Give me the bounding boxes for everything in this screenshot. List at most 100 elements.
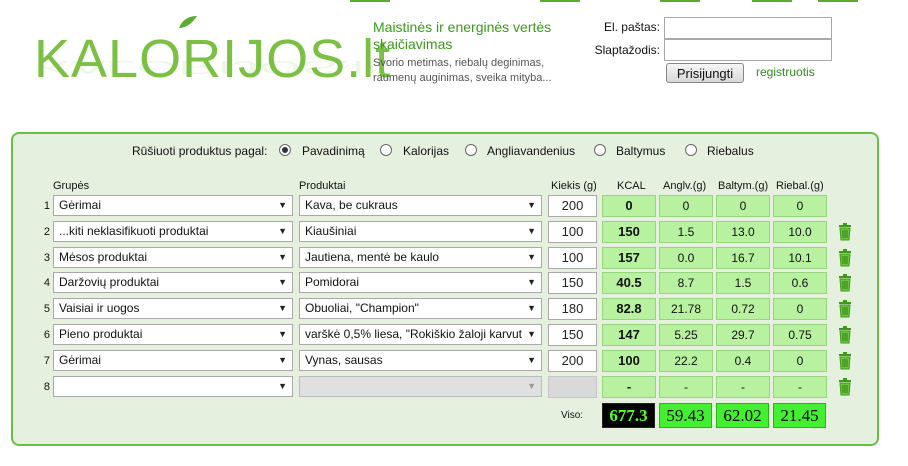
quantity-input[interactable]: 180	[548, 298, 597, 321]
product-select[interactable]: Kava, be cukraus ▼	[299, 195, 542, 216]
product-select[interactable]: Jautiena, mentė be kaulo ▼	[299, 246, 542, 268]
header-carbs: Anglv.(g)	[663, 180, 707, 192]
product-select[interactable]: Pomidorai ▼	[299, 272, 542, 294]
sort-radio-fat[interactable]	[685, 144, 697, 156]
row-number: 8	[43, 380, 50, 393]
group-select[interactable]: ▼	[53, 375, 293, 397]
group-select[interactable]: ...kiti neklasifikuoti produktai ▼	[53, 220, 293, 242]
product-select[interactable]: ▼	[299, 375, 542, 397]
header-kcal: KCAL	[617, 180, 646, 192]
carbs-value: 0.0	[659, 246, 713, 269]
product-select[interactable]: varškė 0,5% liesa, "Rokiškio žaloji karv…	[299, 324, 542, 345]
quantity-input[interactable]: 100	[548, 246, 597, 269]
sort-radio-name[interactable]	[279, 144, 291, 156]
sort-option-carbs[interactable]: Angliavandenius	[487, 144, 575, 158]
chevron-down-icon: ▼	[527, 380, 536, 391]
sort-radio-calories[interactable]	[380, 144, 392, 156]
carbs-value: 21.78	[659, 298, 713, 321]
group-select[interactable]: Gėrimai ▼	[53, 349, 293, 371]
chevron-down-icon: ▼	[278, 251, 287, 262]
protein-value: 0	[716, 195, 770, 217]
chevron-down-icon: ▼	[278, 354, 287, 365]
group-select[interactable]: Daržovių produktai ▼	[53, 272, 293, 294]
group-select-value: Gėrimai	[59, 198, 102, 212]
login-button[interactable]: Prisijungti	[666, 63, 744, 83]
carbs-value: 8.7	[659, 272, 713, 295]
row-number: 2	[43, 225, 50, 238]
product-select-value: Pomidorai	[305, 275, 360, 290]
protein-value: 0.4	[716, 349, 770, 372]
register-link[interactable]: registruotis	[756, 65, 815, 79]
email-field[interactable]	[664, 17, 832, 39]
kcal-value: 0	[602, 195, 656, 217]
group-select-value: Mėsos produktai	[59, 249, 148, 264]
sort-option-protein[interactable]: Baltymus	[616, 144, 665, 158]
trash-icon[interactable]	[838, 248, 852, 267]
chevron-down-icon: ▼	[527, 200, 536, 210]
product-select[interactable]: Kiaušiniai ▼	[299, 220, 542, 242]
header-groups: Grupės	[53, 180, 90, 192]
trash-icon[interactable]	[838, 300, 852, 318]
sort-radio-protein[interactable]	[594, 144, 606, 156]
kcal-value: -	[602, 375, 656, 398]
protein-value: 0.72	[716, 298, 770, 321]
sort-option-calories[interactable]: Kalorijas	[403, 144, 449, 158]
trash-icon[interactable]	[838, 274, 852, 292]
chevron-down-icon: ▼	[278, 303, 287, 314]
product-select[interactable]: Vynas, sausas ▼	[299, 349, 542, 371]
tagline: Maistinės ir energinės vertės skaičiavim…	[373, 19, 573, 86]
carbs-value: -	[659, 375, 713, 398]
quantity-input[interactable]: 200	[548, 195, 597, 217]
trash-icon[interactable]	[838, 326, 852, 344]
password-field[interactable]	[664, 39, 832, 61]
carbs-value: 1.5	[659, 220, 713, 243]
group-select-value: Pieno produktai	[59, 327, 143, 341]
sort-option-fat[interactable]: Riebalus	[707, 144, 754, 158]
quantity-input[interactable]: 100	[548, 220, 597, 243]
carbs-value: 22.2	[659, 349, 713, 372]
product-select-value: Kava, be cukraus	[305, 198, 398, 212]
totals-label: Viso:	[561, 410, 584, 421]
product-select-value: varškė 0,5% liesa, "Rokiškio žaloji karv…	[305, 327, 523, 341]
group-select[interactable]: Pieno produktai ▼	[53, 324, 293, 345]
total-protein: 62.02	[716, 403, 769, 428]
trash-icon[interactable]	[838, 377, 852, 396]
chevron-down-icon: ▼	[278, 225, 287, 236]
chevron-down-icon: ▼	[527, 329, 536, 339]
quantity-input[interactable]	[548, 375, 597, 398]
protein-value: 16.7	[716, 246, 770, 269]
chevron-down-icon: ▼	[278, 380, 287, 391]
group-select-value: Vaisiai ir uogos	[59, 301, 140, 316]
sort-radio-carbs[interactable]	[465, 144, 477, 156]
fat-value: 10.0	[773, 220, 827, 243]
fat-value: 0.6	[773, 272, 827, 295]
protein-value: 29.7	[716, 324, 770, 346]
kcal-value: 157	[602, 246, 656, 269]
group-select[interactable]: Gėrimai ▼	[53, 195, 293, 216]
total-fat: 21.45	[773, 403, 826, 428]
fat-value: 0	[773, 298, 827, 321]
trash-icon[interactable]	[838, 351, 852, 370]
protein-value: -	[716, 375, 770, 398]
group-select[interactable]: Vaisiai ir uogos ▼	[53, 298, 293, 320]
site-logo[interactable]: KALORIJOS.lt KALORIJOS.lt	[34, 14, 390, 94]
logo-reflection: KALORIJOS.lt	[34, 56, 380, 78]
chevron-down-icon: ▼	[278, 329, 287, 339]
fat-value: -	[773, 375, 827, 398]
quantity-input[interactable]: 150	[548, 272, 597, 295]
carbs-value: 0	[659, 195, 713, 217]
top-accent-bar	[0, 0, 908, 2]
quantity-input[interactable]: 150	[548, 324, 597, 346]
row-number: 6	[43, 329, 50, 341]
product-select[interactable]: Obuoliai, "Champion" ▼	[299, 298, 542, 320]
group-select[interactable]: Mėsos produktai ▼	[53, 246, 293, 268]
quantity-input[interactable]: 200	[548, 349, 597, 372]
chevron-down-icon: ▼	[527, 251, 536, 262]
row-number: 4	[43, 277, 50, 290]
trash-icon[interactable]	[838, 222, 852, 241]
header-protein: Baltym.(g)	[718, 180, 769, 192]
row-number: 5	[43, 303, 50, 316]
chevron-down-icon: ▼	[278, 200, 287, 210]
sort-option-name[interactable]: Pavadinimą	[302, 144, 365, 158]
apple-leaf-icon	[179, 16, 197, 28]
